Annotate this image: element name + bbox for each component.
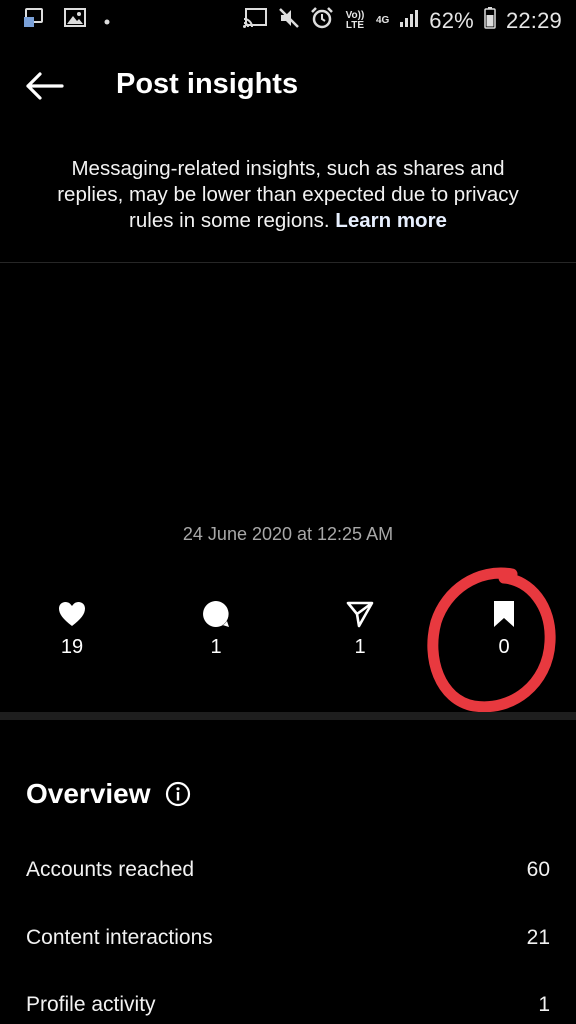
- mute-icon: [278, 7, 300, 35]
- saves-count: 0: [498, 636, 510, 658]
- signal-icon: [399, 8, 419, 34]
- battery-percent: 62%: [429, 8, 474, 33]
- overview-row-accounts-reached[interactable]: Accounts reached 60: [26, 858, 550, 882]
- row-label: Accounts reached: [26, 858, 195, 881]
- page-title: Post insights: [116, 68, 299, 100]
- post-timestamp: 24 June 2020 at 12:25 AM: [182, 524, 394, 544]
- likes-stat: 19: [32, 598, 112, 659]
- comments-stat: 1: [176, 598, 256, 659]
- status-left-icons: [24, 8, 110, 33]
- header: Post insights: [0, 54, 576, 118]
- status-right-icons: Vo)) LTE 4G 62% 22:29: [242, 6, 562, 36]
- info-icon[interactable]: [165, 781, 191, 807]
- saves-stat: 0: [464, 598, 544, 659]
- gallery-icon: [64, 8, 86, 33]
- comments-count: 1: [210, 636, 222, 658]
- privacy-notice: Messaging-related insights, such as shar…: [40, 156, 536, 234]
- heart-icon: [59, 602, 85, 626]
- notice-text: Messaging-related insights, such as shar…: [57, 157, 519, 232]
- comment-icon: [203, 601, 229, 627]
- shares-count: 1: [354, 636, 366, 658]
- notification-dot-icon: [104, 12, 110, 30]
- back-button[interactable]: [20, 66, 68, 106]
- row-value: 1: [538, 993, 550, 1016]
- cast-icon: [242, 7, 268, 35]
- arrow-left-icon: [26, 72, 64, 100]
- battery-icon: [484, 7, 496, 35]
- send-icon: [346, 601, 374, 628]
- volte-label: Vo)) LTE: [345, 10, 365, 31]
- overview-row-content-interactions[interactable]: Content interactions 21: [26, 926, 550, 950]
- network-type-label: 4G: [375, 15, 390, 26]
- screen-capture-icon: [24, 8, 46, 33]
- shares-stat: 1: [320, 598, 400, 659]
- likes-count: 19: [60, 636, 84, 658]
- row-label: Profile activity: [26, 993, 156, 1016]
- bookmark-icon: [494, 601, 514, 627]
- row-value: 60: [526, 858, 550, 881]
- row-label: Content interactions: [26, 926, 213, 949]
- overview-heading: Overview: [26, 778, 191, 810]
- divider: [0, 262, 576, 263]
- learn-more-link[interactable]: Learn more: [335, 209, 447, 232]
- clock: 22:29: [505, 8, 562, 33]
- overview-title: Overview: [26, 778, 151, 809]
- row-value: 21: [526, 926, 550, 949]
- alarm-icon: [310, 6, 334, 36]
- overview-row-profile-activity[interactable]: Profile activity 1: [26, 993, 550, 1017]
- status-bar: Vo)) LTE 4G 62% 22:29: [0, 0, 576, 40]
- section-divider: [0, 712, 576, 720]
